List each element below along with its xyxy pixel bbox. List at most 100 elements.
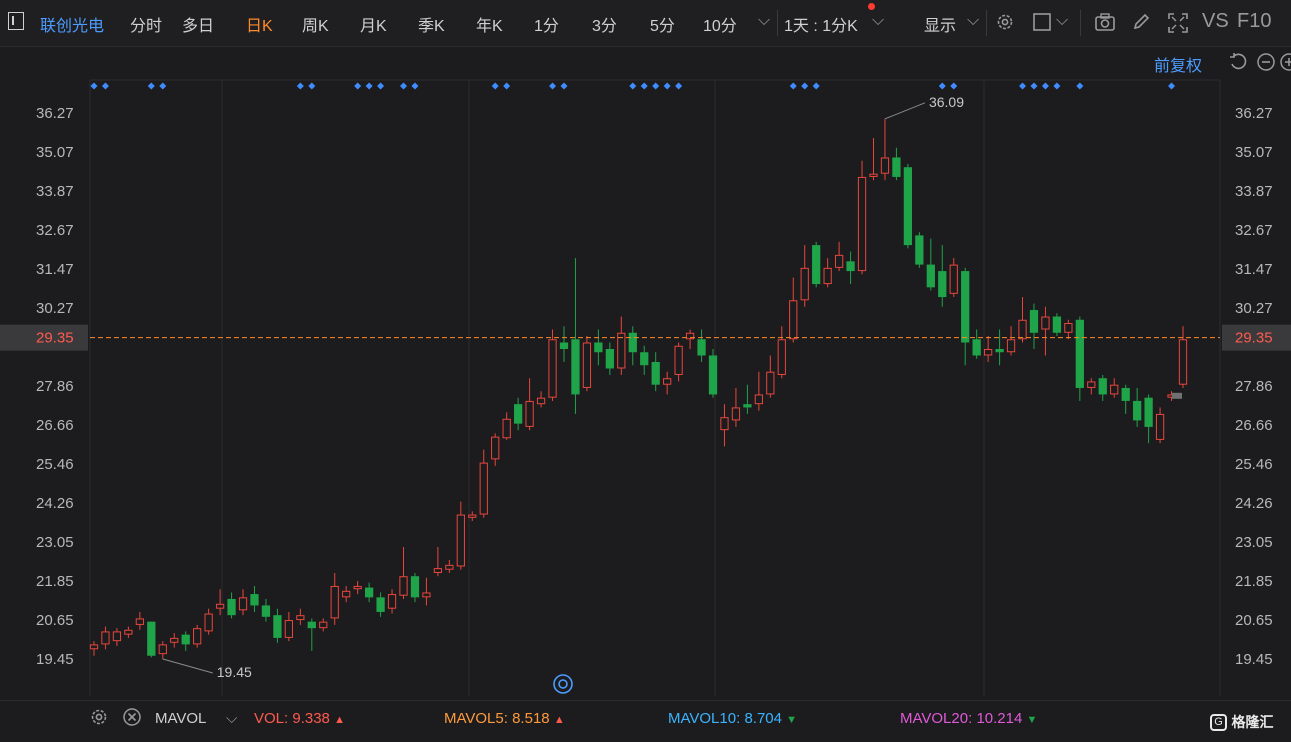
kline-chart-area[interactable]: 36.27 35.07 33.87 32.67 31.47 30.27 27.86 26.66… (0, 46, 1291, 696)
fullscreen-icon[interactable] (1167, 12, 1188, 33)
candle (1029, 303, 1039, 349)
tab-zhouk[interactable]: 周K (302, 12, 329, 36)
candle-body (273, 615, 282, 638)
logo-text: 格隆汇 (1231, 714, 1274, 730)
candle-body (548, 339, 557, 398)
panel-icon[interactable] (8, 12, 24, 30)
candle-body (525, 400, 534, 427)
candle-body (800, 267, 809, 301)
target-ring (553, 674, 573, 694)
axis-tick-label-right: 33.87 (1235, 183, 1273, 200)
chevron-down-icon[interactable]: ⌵ (758, 12, 770, 30)
axis-tick-label-left: 32.67 (36, 222, 74, 239)
candle (949, 258, 958, 298)
event-marker (101, 82, 109, 90)
candle (1041, 306, 1050, 356)
candle-body (754, 394, 763, 405)
mavol10-value: 8.704 (744, 710, 782, 727)
tab-fenshi[interactable]: 分时 (130, 12, 162, 36)
candle-body (869, 173, 878, 177)
candle-body (582, 342, 592, 388)
candle (834, 241, 844, 272)
tab-5min[interactable]: 5分 (650, 12, 675, 36)
candle-body (101, 631, 110, 645)
candle-body (1064, 323, 1073, 333)
tab-duori[interactable]: 多日 (182, 12, 214, 36)
candles (89, 118, 1188, 659)
square-icon[interactable] (1032, 12, 1052, 32)
candle-body (731, 407, 741, 421)
chevron-down-icon[interactable]: ⌵ (1056, 12, 1068, 30)
axis-tick-label-left: 30.27 (36, 300, 74, 317)
candle-body (147, 621, 156, 656)
candle-body (261, 605, 271, 617)
candle-body (983, 348, 993, 356)
chevron-down-icon[interactable]: ⌵ (872, 12, 884, 30)
candle-body (1098, 378, 1107, 395)
pencil-icon[interactable] (1131, 12, 1151, 32)
chevron-down-icon[interactable]: ⌵ (967, 12, 979, 30)
candle-body (170, 637, 179, 643)
tab-3min[interactable]: 3分 (592, 12, 617, 36)
candle-body (766, 371, 775, 395)
candle-body (422, 592, 431, 598)
logo-g-icon: G (1210, 713, 1227, 731)
tab-yuek[interactable]: 月K (360, 12, 387, 36)
tab-rik[interactable]: 日K (246, 12, 273, 36)
candle (1155, 407, 1165, 444)
low-leader (162, 658, 213, 674)
close-icon[interactable] (122, 707, 142, 732)
tab-1min[interactable]: 1分 (534, 12, 559, 36)
candle-body (1029, 310, 1039, 333)
candle (193, 624, 202, 648)
chevron-down-icon[interactable]: ⌵ (226, 710, 237, 727)
candle-body (1041, 316, 1050, 330)
axis-tick-label-right: 25.46 (1235, 456, 1273, 473)
kline-chart[interactable]: 36.27 35.07 33.87 32.67 31.47 30.27 27.86 26.66… (0, 46, 1291, 696)
vs-button[interactable]: VS (1202, 10, 1229, 33)
candle-body (1155, 413, 1165, 440)
candle (720, 404, 729, 447)
gear-icon[interactable] (995, 12, 1015, 32)
candle (1064, 319, 1073, 340)
stock-name[interactable]: 联创光电 (40, 12, 104, 36)
display-menu[interactable]: 显示 (924, 12, 956, 36)
candle-body (181, 634, 190, 645)
f10-button[interactable]: F10 (1237, 10, 1271, 33)
candle (514, 397, 523, 431)
camera-icon[interactable] (1094, 12, 1115, 32)
indicator-name[interactable]: MAVOL (155, 710, 206, 727)
candle-body (238, 597, 248, 611)
candle (376, 592, 385, 617)
candle (1178, 326, 1188, 388)
candle (1144, 394, 1153, 444)
tab-jik[interactable]: 季K (418, 12, 445, 36)
axis-tick-label-left: 23.05 (36, 534, 74, 551)
axis-tick-label-right: 20.65 (1235, 612, 1273, 629)
target-core (558, 679, 568, 689)
candle (410, 572, 420, 603)
candle (124, 626, 133, 638)
current-price-label-right: 29.35 (1235, 330, 1273, 347)
candle-body (376, 597, 385, 612)
axis-tick-label-right: 30.27 (1235, 300, 1273, 317)
axis-tick-label-right: 19.45 (1235, 651, 1273, 668)
gear-icon[interactable] (89, 707, 109, 732)
candle (1006, 326, 1016, 356)
event-marker (1019, 82, 1027, 90)
candle (250, 585, 259, 612)
candle-body (972, 339, 981, 356)
event-marker (147, 82, 155, 90)
candle-body (491, 436, 500, 460)
candle (112, 628, 122, 647)
period-combo[interactable]: 1天 : 1分K (784, 12, 858, 36)
candle-body (708, 355, 718, 395)
event-marker (560, 82, 568, 90)
tab-niank[interactable]: 年K (476, 12, 503, 36)
candle-body (468, 514, 477, 518)
candle (433, 547, 443, 577)
tab-10min[interactable]: 10分 (703, 12, 737, 36)
axis-tick-label-left: 24.26 (36, 495, 74, 512)
event-marker (549, 82, 557, 90)
candle-body (1178, 339, 1188, 385)
